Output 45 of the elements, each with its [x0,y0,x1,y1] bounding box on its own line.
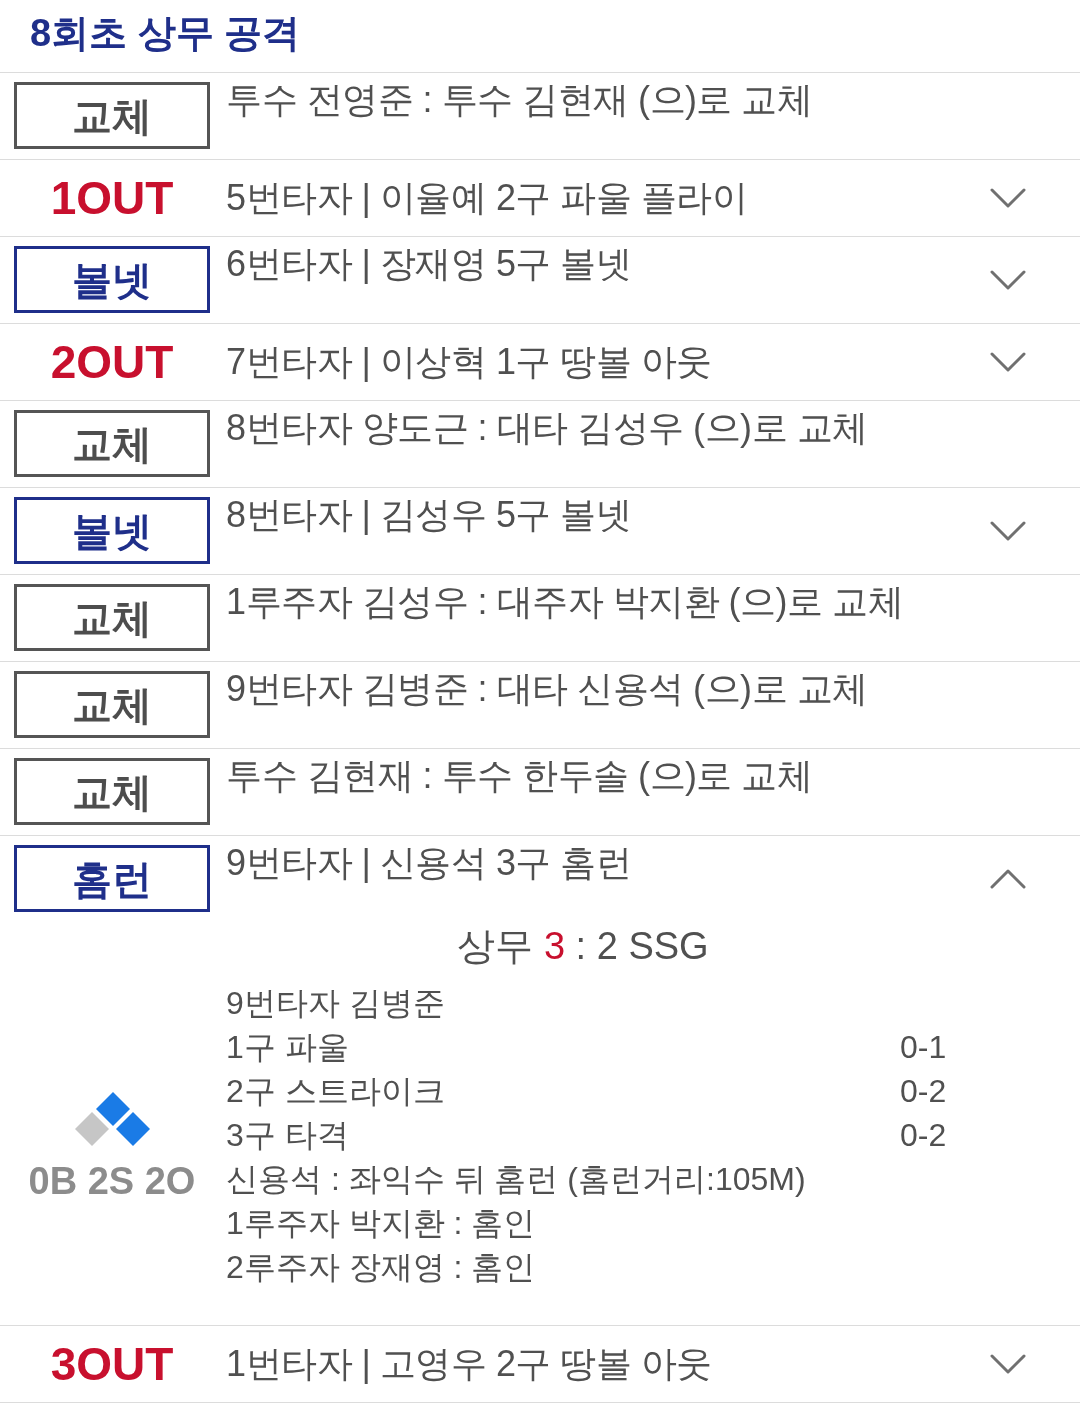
score-number: 2 [596,925,618,967]
play-detail-line: 1구 파울 [226,1029,349,1065]
score-number: 3 [543,925,566,967]
play-detail-line: 신용석 : 좌익수 뒤 홈런 (홈런거리:105M) [226,1161,806,1197]
team-name: SSG [628,925,709,967]
pitch-count: 0-1 [900,1028,947,1067]
play-description: 8번타자 양도근 : 대타 김성우 (으)로 교체 [226,407,868,448]
play-detail-line: 2루주자 장재영 : 홈인 [226,1249,536,1285]
team-name: 상무 [457,925,534,967]
inning-title: 8회초 상무 공격 [30,11,301,56]
play-detail-line: 3구 타격 [226,1117,349,1153]
chevron-down-icon[interactable] [990,352,1026,372]
event-tag: 교체 [14,671,210,738]
ball-strike-out-count: 0B 2S 2O [28,1159,196,1203]
play-detail-line: 2구 스트라이크 [226,1073,445,1109]
chevron-down-icon[interactable] [990,1354,1026,1374]
play-description: 5번타자 | 이율예 2구 파울 플라이 [226,177,748,218]
play-description: 투수 김현재 : 투수 한두솔 (으)로 교체 [226,755,813,796]
event-tag: 교체 [14,410,210,477]
chevron-down-icon[interactable] [990,270,1026,290]
event-tag: 교체 [14,758,210,825]
play-description: 6번타자 | 장재영 5구 볼넷 [226,243,632,284]
event-tag: 교체 [14,584,210,651]
out-count-label: 1OUT [50,172,174,224]
play-description: 9번타자 김병준 : 대타 신용석 (으)로 교체 [226,668,868,709]
play-description: 투수 전영준 : 투수 김현재 (으)로 교체 [226,79,813,120]
event-tag: 볼넷 [14,497,210,564]
play-description: 1루주자 김성우 : 대주자 박지환 (으)로 교체 [226,581,903,622]
pitch-count: 0-2 [900,1116,947,1155]
event-tag: 홈런 [14,845,210,912]
play-description: 8번타자 | 김성우 5구 볼넷 [226,494,632,535]
event-tag: 교체 [14,82,210,149]
play-description: 7번타자 | 이상혁 1구 땅볼 아웃 [226,341,712,382]
play-description: 9번타자 | 신용석 3구 홈런 [226,842,632,883]
play-detail-line: 1루주자 박지환 : 홈인 [226,1205,536,1241]
play-description: 1번타자 | 고영우 2구 땅볼 아웃 [226,1343,712,1384]
chevron-down-icon[interactable] [990,521,1026,541]
event-tag: 볼넷 [14,246,210,313]
score-separator: : [575,925,587,967]
play-detail-line: 9번타자 김병준 [226,985,445,1021]
pitch-count: 0-2 [900,1072,947,1111]
chevron-up-icon[interactable] [990,869,1026,889]
chevron-down-icon[interactable] [990,188,1026,208]
out-count-label: 3OUT [50,1338,174,1390]
out-count-label: 2OUT [50,336,174,388]
